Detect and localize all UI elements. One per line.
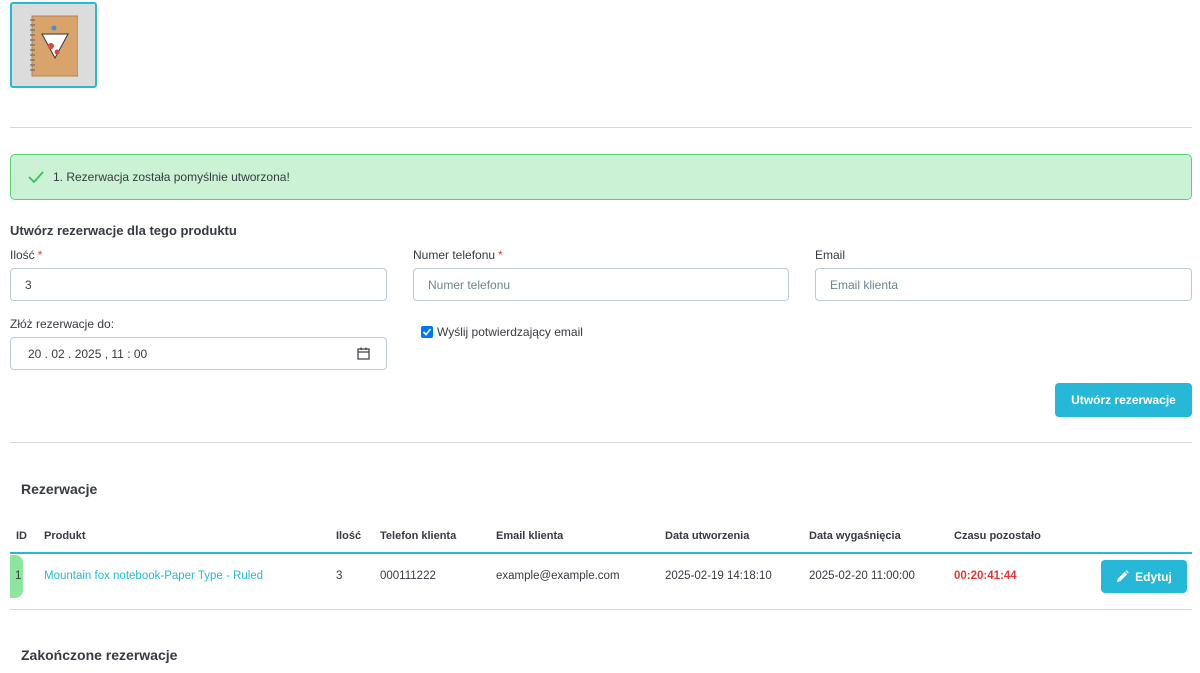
column-header-product: Produkt [44, 530, 86, 542]
table-header-underline [10, 552, 1192, 554]
column-header-remaining: Czasu pozostało [954, 530, 1041, 542]
calendar-icon[interactable] [357, 347, 370, 360]
send-email-label: Wyślij potwierdzający email [437, 325, 583, 339]
cell-expires: 2025-02-20 11:00:00 [809, 570, 915, 582]
pencil-icon [1116, 570, 1135, 583]
cell-created: 2025-02-19 14:18:10 [665, 570, 772, 582]
column-header-created: Data utworzenia [665, 530, 750, 542]
finished-reservations-title: Zakończone rezerwacje [21, 647, 178, 663]
column-header-quantity: Ilość [336, 530, 362, 542]
cell-id: 1 [15, 570, 22, 582]
column-header-phone: Telefon klienta [380, 530, 457, 542]
notebook-image [30, 15, 78, 77]
email-label: Email [815, 248, 846, 262]
edit-button-label: Edytuj [1135, 569, 1172, 584]
phone-input[interactable]: Numer telefonu [413, 268, 789, 301]
column-header-id: ID [16, 530, 27, 542]
check-icon [27, 168, 45, 186]
divider [10, 442, 1192, 443]
divider [10, 609, 1192, 610]
send-email-checkbox[interactable] [421, 326, 433, 338]
edit-button[interactable]: Edytuj [1101, 560, 1187, 593]
success-alert: 1. Rezerwacja została pomyślnie utworzon… [10, 154, 1192, 200]
alert-message: 1. Rezerwacja została pomyślnie utworzon… [53, 170, 290, 184]
divider [10, 127, 1192, 128]
until-datetime-input[interactable]: 20 . 02 . 2025 , 11 : 00 [10, 337, 387, 370]
cell-remaining-timer: 00:20:41:44 [954, 570, 1017, 582]
form-title: Utwórz rezerwacje dla tego produktu [10, 223, 237, 238]
column-header-email: Email klienta [496, 530, 564, 542]
cell-quantity: 3 [336, 570, 343, 582]
until-label: Złóż rezerwacje do: [10, 317, 115, 331]
reservations-title: Rezerwacje [21, 481, 98, 497]
quantity-input[interactable]: 3 [10, 268, 387, 301]
cell-email: example@example.com [496, 570, 620, 582]
email-input[interactable]: Email klienta [815, 268, 1192, 301]
column-header-expires: Data wygaśnięcia [809, 530, 901, 542]
cell-product-link[interactable]: Mountain fox notebook-Paper Type - Ruled [44, 570, 263, 582]
cell-phone: 000111222 [380, 570, 436, 582]
send-email-checkbox-row[interactable]: Wyślij potwierdzający email [421, 325, 583, 339]
quantity-label: Ilość * [10, 248, 43, 262]
phone-label: Numer telefonu * [413, 248, 503, 262]
create-reservation-button[interactable]: Utwórz rezerwacje [1055, 383, 1192, 417]
product-thumbnail[interactable] [10, 2, 97, 88]
